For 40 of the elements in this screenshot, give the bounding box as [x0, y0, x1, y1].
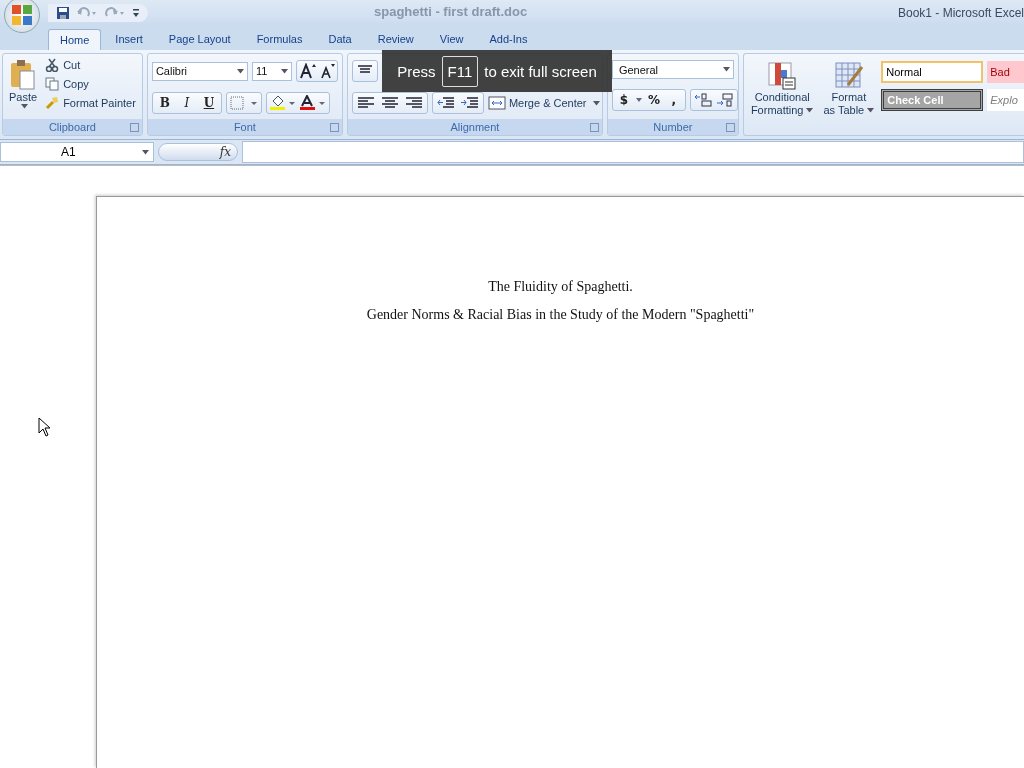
comma-button[interactable]: , — [664, 93, 683, 107]
clipboard-button[interactable]: Copy — [43, 76, 138, 92]
currency-button[interactable]: $ — [614, 93, 633, 107]
ribbon-tab[interactable]: Formulas — [244, 28, 315, 50]
document-title: spaghetti - first draft.doc — [374, 4, 528, 19]
font-size-field[interactable]: 11 — [251, 61, 292, 81]
font-name-field[interactable]: Calibri — [151, 61, 248, 81]
ribbon-tab[interactable]: Insert — [103, 28, 155, 50]
group-label: Font — [233, 121, 256, 133]
notice-text: to exit full screen — [484, 62, 597, 80]
document-line: Gender Norms & Racial Bias in the Study of the Modern "Spaghetti" — [366, 307, 755, 323]
group-label: Alignment — [450, 121, 500, 133]
name-box[interactable]: A1 — [0, 142, 154, 162]
merge-center-button[interactable]: Merge & Center — [487, 95, 600, 111]
paste-button[interactable]: Paste — [7, 57, 40, 116]
ribbon-tab[interactable]: Review — [365, 28, 426, 50]
ribbon-tab[interactable]: View — [427, 28, 476, 50]
percent-button[interactable]: % — [644, 93, 663, 107]
conditional-formatting-button[interactable]: Conditional Formatting — [747, 57, 817, 132]
italic-button[interactable]: I — [176, 96, 197, 110]
group-label: Clipboard — [48, 121, 96, 133]
ribbon-tab[interactable]: Page Layout — [156, 28, 243, 50]
insert-function-button[interactable]: fx — [219, 145, 231, 159]
cell-style-option[interactable]: Normal — [881, 61, 984, 83]
ribbon-tab[interactable]: Add-Ins — [477, 28, 540, 50]
ribbon-tab[interactable]: Home — [48, 29, 102, 50]
ribbon-tab[interactable]: Data — [316, 28, 364, 50]
clipboard-button[interactable]: Format Painter — [43, 95, 138, 111]
key-label: F11 — [441, 55, 479, 87]
window-title: Book1 - Microsoft Excel — [897, 6, 1024, 20]
cell-style-option[interactable]: Bad — [987, 61, 1024, 83]
group-label: Number — [653, 121, 693, 133]
format-as-table-button[interactable]: Format as Table — [820, 57, 878, 132]
number-format-field[interactable]: General — [611, 60, 734, 79]
notice-text: Press — [397, 62, 436, 80]
bold-button[interactable]: B — [154, 96, 175, 110]
document-line: The Fluidity of Spaghetti. — [488, 279, 633, 295]
underline-button[interactable]: U — [198, 96, 219, 110]
cell-style-option[interactable]: Explo — [987, 89, 1024, 111]
clipboard-button[interactable]: Cut — [43, 57, 138, 73]
